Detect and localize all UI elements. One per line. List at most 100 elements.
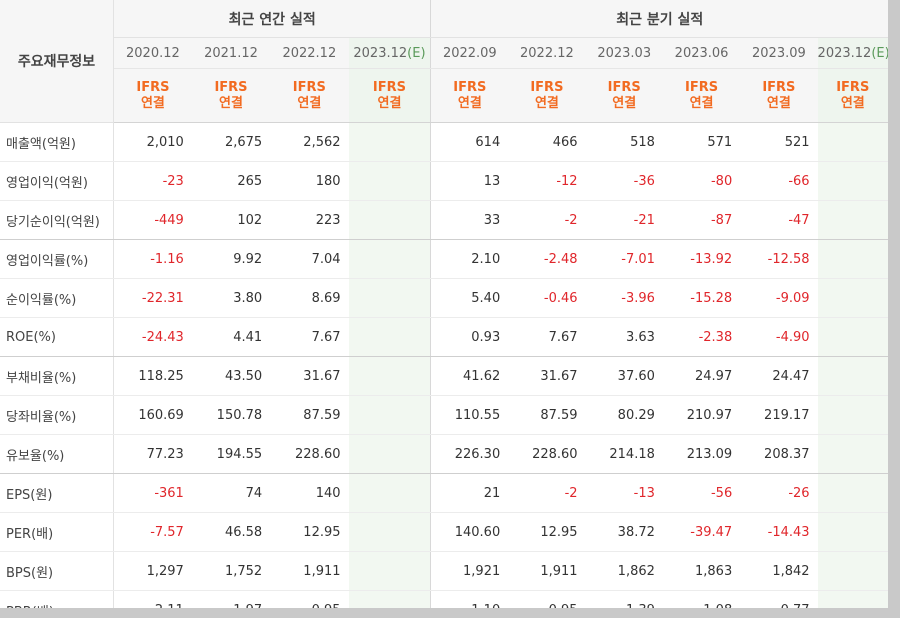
period-header-estimate: 2023.12(E) <box>817 37 888 69</box>
value-cell: -47 <box>740 200 818 240</box>
value-cell: -12.58 <box>740 239 818 279</box>
standard-ifrs: IFRS <box>136 79 170 95</box>
standard-consolidated: 연결 <box>219 95 243 111</box>
value-cell: -23 <box>113 161 192 201</box>
value-cell <box>817 434 888 474</box>
value-cell: 24.97 <box>662 356 741 396</box>
value-cell: 21 <box>430 473 509 513</box>
value-cell <box>817 122 888 162</box>
table-row: PER(배) -7.57 46.58 12.95 140.60 12.95 38.72 -39… <box>0 512 888 552</box>
value-cell: -2 <box>508 200 586 240</box>
row-label: EPS(원) <box>0 473 114 513</box>
period-label: 2023.12 <box>353 45 408 61</box>
value-cell: 43.50 <box>191 356 271 396</box>
value-cell: 228.60 <box>508 434 586 474</box>
value-cell: 571 <box>662 122 741 162</box>
period-header: 2023.09 <box>740 37 818 69</box>
standard-consolidated: 연결 <box>297 95 322 111</box>
standard-consolidated: 연결 <box>612 95 637 111</box>
value-cell: -24.43 <box>113 317 192 357</box>
value-cell: -80 <box>662 161 741 201</box>
value-cell: 31.67 <box>508 356 586 396</box>
value-cell: 2.10 <box>430 239 509 279</box>
value-cell: 1,842 <box>740 551 818 591</box>
value-cell: -39.47 <box>662 512 741 552</box>
value-cell <box>348 590 432 608</box>
row-label: 매출액(억원) <box>0 122 114 162</box>
value-cell: -13 <box>585 473 663 513</box>
standard-consolidated: 연결 <box>689 95 714 111</box>
table-row: 영업이익률(%) -1.16 9.92 7.04 2.10 -2.48 -7.01 -13.9… <box>0 239 888 279</box>
value-cell: 265 <box>191 161 271 201</box>
value-cell: -14.43 <box>740 512 818 552</box>
value-cell <box>348 395 432 435</box>
value-cell: 102 <box>191 200 271 240</box>
value-cell: -22.31 <box>113 278 192 318</box>
value-cell: 518 <box>585 122 663 162</box>
value-cell <box>817 356 888 396</box>
financial-table-body: 매출액(억원) 2,010 2,675 2,562 614 466 518 571 521 영업이… <box>0 122 888 608</box>
standard-ifrs: IFRS <box>530 79 564 95</box>
period-header-estimate: 2023.12(E) <box>348 37 432 69</box>
financial-summary-panel: 주요재무정보 최근 연간 실적 최근 분기 실적 2020.12 2021.12… <box>0 0 888 608</box>
standard-consolidated: 연결 <box>534 95 559 111</box>
value-cell: 37.60 <box>585 356 663 396</box>
value-cell: 1,911 <box>508 551 586 591</box>
row-label: 유보율(%) <box>0 434 114 474</box>
value-cell: -36 <box>585 161 663 201</box>
value-cell: -21 <box>585 200 663 240</box>
table-row: 순이익률(%) -22.31 3.80 8.69 5.40 -0.46 -3.96 -15.2… <box>0 278 888 318</box>
value-cell <box>348 356 432 396</box>
value-cell: 1,752 <box>191 551 271 591</box>
value-cell <box>817 512 888 552</box>
value-cell: -9.09 <box>740 278 818 318</box>
table-row: 부채비율(%) 118.25 43.50 31.67 41.62 31.67 37.60 24… <box>0 356 888 396</box>
value-cell: 3.63 <box>585 317 663 357</box>
value-cell: 1.10 <box>430 590 509 608</box>
row-label: 순이익률(%) <box>0 278 114 318</box>
value-cell: 213.09 <box>662 434 741 474</box>
value-cell: -4.90 <box>740 317 818 357</box>
value-cell: 1.08 <box>662 590 741 608</box>
table-row: 당좌비율(%) 160.69 150.78 87.59 110.55 87.59 80.29… <box>0 395 888 435</box>
quarter-group-header: 최근 분기 실적 <box>430 0 888 38</box>
table-row: EPS(원) -361 74 140 21 -2 -13 -56 -26 <box>0 473 888 513</box>
value-cell: 614 <box>430 122 509 162</box>
value-cell: -1.16 <box>113 239 192 279</box>
value-cell: 466 <box>508 122 586 162</box>
value-cell: -66 <box>740 161 818 201</box>
value-cell: 24.47 <box>740 356 818 396</box>
standard-consolidated: 연결 <box>140 95 165 111</box>
row-label: PER(배) <box>0 512 114 552</box>
value-cell: 0.95 <box>508 590 586 608</box>
value-cell: 1,921 <box>430 551 509 591</box>
value-cell: 12.95 <box>270 512 349 552</box>
period-header: 2023.03 <box>585 37 663 69</box>
estimate-mark: (E) <box>871 45 888 61</box>
value-cell: 1,863 <box>662 551 741 591</box>
standard-consolidated: 연결 <box>766 95 791 111</box>
value-cell <box>817 239 888 279</box>
value-cell <box>817 200 888 240</box>
value-cell: -2.38 <box>662 317 741 357</box>
accounting-standard-cell: IFRS 연결 <box>508 68 586 123</box>
value-cell: -2.48 <box>508 239 586 279</box>
standard-ifrs: IFRS <box>214 79 248 95</box>
value-cell: 0.95 <box>270 590 349 608</box>
value-cell: 38.72 <box>585 512 663 552</box>
value-cell: 110.55 <box>430 395 509 435</box>
value-cell <box>817 551 888 591</box>
estimate-mark: (E) <box>407 45 426 61</box>
standard-ifrs: IFRS <box>836 79 870 95</box>
row-label: PBR(배) <box>0 590 114 608</box>
value-cell: 223 <box>270 200 349 240</box>
row-label: 영업이익(억원) <box>0 161 114 201</box>
value-cell <box>348 317 432 357</box>
standard-consolidated: 연결 <box>457 95 482 111</box>
value-cell: 210.97 <box>662 395 741 435</box>
standard-ifrs: IFRS <box>762 79 796 95</box>
annual-group-header: 최근 연간 실적 <box>113 0 432 38</box>
period-header: 2023.06 <box>662 37 741 69</box>
value-cell: -361 <box>113 473 192 513</box>
standard-consolidated: 연결 <box>840 95 865 111</box>
